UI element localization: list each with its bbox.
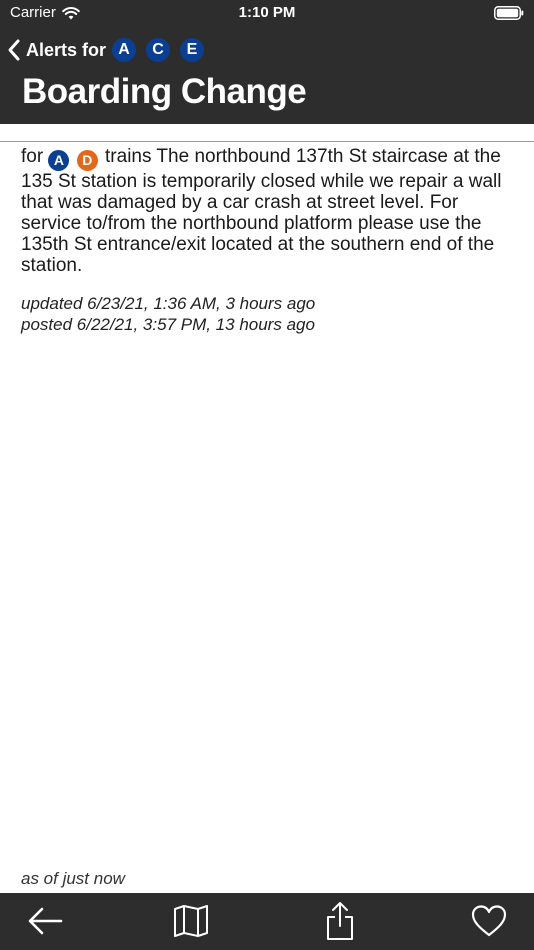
status-bar: Carrier 1:10 PM	[0, 0, 534, 28]
map-button[interactable]	[169, 901, 213, 941]
favorite-button[interactable]	[467, 901, 511, 941]
bottom-toolbar	[0, 893, 534, 950]
route-bullet-c: C	[146, 38, 171, 62]
alert-description: for A D trains The northbound 137th St s…	[21, 146, 521, 276]
route-bullet-a: A	[48, 150, 70, 171]
navigation-header: Carrier 1:10 PM Alerts for A C E Boardin…	[0, 0, 534, 124]
route-bullet-a: A	[112, 38, 137, 62]
divider	[0, 141, 534, 142]
page-title: Boarding Change	[22, 72, 307, 111]
back-to-alerts-button[interactable]: Alerts for A C E	[6, 36, 214, 64]
refresh-status: as of just now	[21, 869, 125, 888]
route-bullet-d: D	[76, 150, 98, 171]
posted-timestamp: posted 6/22/21, 3:57 PM, 13 hours ago	[21, 315, 315, 334]
map-icon	[174, 905, 208, 937]
share-icon	[327, 902, 353, 940]
back-button-label: Alerts for	[26, 39, 107, 60]
heart-icon	[471, 905, 507, 937]
status-time: 1:10 PM	[238, 4, 296, 21]
back-arrow-icon	[28, 907, 63, 935]
alert-prefix: for	[21, 146, 44, 167]
back-button[interactable]	[23, 901, 67, 941]
route-bullet-e: E	[180, 38, 205, 62]
share-button[interactable]	[318, 901, 362, 941]
battery-icon	[494, 6, 524, 20]
chevron-left-icon	[8, 39, 20, 61]
updated-timestamp: updated 6/23/21, 1:36 AM, 3 hours ago	[21, 294, 316, 313]
